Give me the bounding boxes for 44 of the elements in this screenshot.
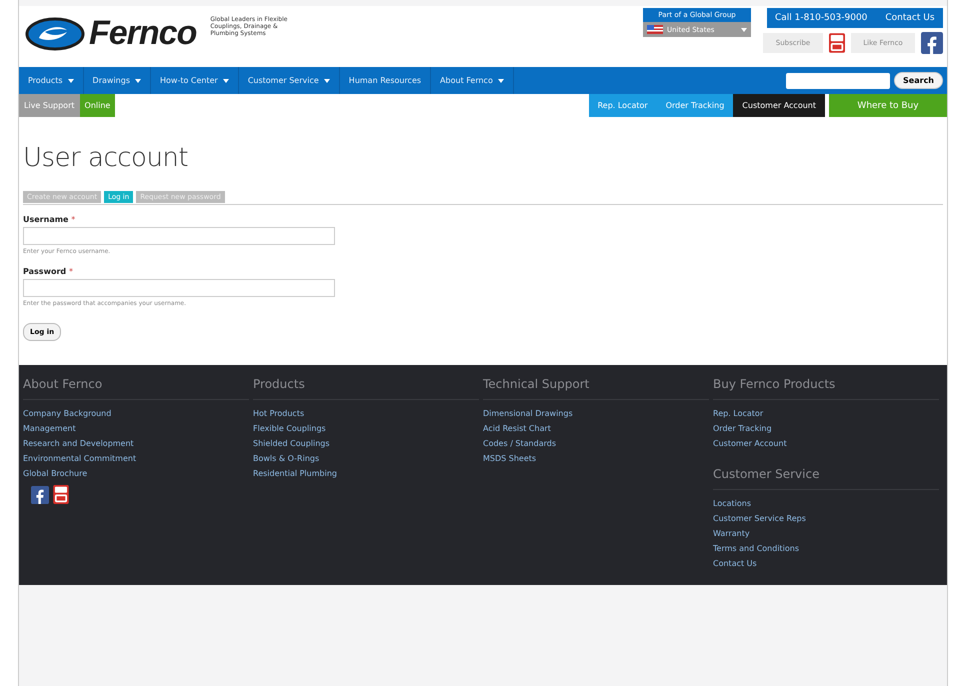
footer-link[interactable]: Contact Us: [713, 556, 939, 571]
field-label: Password *: [23, 267, 74, 276]
footer-link[interactable]: Bowls & O-Rings: [253, 451, 479, 466]
footer-link[interactable]: Hot Products: [253, 406, 479, 421]
live-support-label: Live Support: [19, 94, 80, 117]
footer-link[interactable]: Acid Resist Chart: [483, 421, 709, 436]
footer-link[interactable]: Residential Plumbing: [253, 466, 479, 481]
footer-link[interactable]: Management: [23, 421, 249, 436]
footer-link[interactable]: Environmental Commitment: [23, 451, 249, 466]
footer-link[interactable]: Dimensional Drawings: [483, 406, 709, 421]
footer-heading: Customer Service: [713, 467, 939, 490]
footer-link[interactable]: Research and Development: [23, 436, 249, 451]
search-button[interactable]: Search: [894, 72, 943, 89]
facebook-icon[interactable]: [921, 32, 943, 54]
field-label: Username *: [23, 215, 76, 224]
footer-link[interactable]: Warranty: [713, 526, 939, 541]
footer-link[interactable]: Company Background: [23, 406, 249, 421]
footer-heading: Technical Support: [483, 377, 709, 400]
flag-icon: [647, 25, 663, 34]
footer-heading: Buy Fernco Products: [713, 377, 939, 400]
footer-heading: About Fernco: [23, 377, 249, 400]
search-field[interactable]: [786, 72, 890, 88]
footer-link[interactable]: Customer Service Reps: [713, 511, 939, 526]
caret-icon: [741, 28, 747, 32]
footer-link[interactable]: Codes / Standards: [483, 436, 709, 451]
contact-link[interactable]: Contact Us: [885, 13, 935, 23]
footer-link[interactable]: MSDS Sheets: [483, 451, 709, 466]
input-field[interactable]: [23, 227, 335, 245]
footer-heading: Products: [253, 377, 479, 400]
facebook-icon[interactable]: [31, 486, 49, 504]
footer-link[interactable]: Global Brochure: [23, 466, 249, 481]
input-field[interactable]: [23, 279, 335, 297]
page-title: User account: [23, 143, 190, 173]
footer-link[interactable]: Order Tracking: [713, 421, 939, 436]
footer-link[interactable]: Rep. Locator: [713, 406, 939, 421]
footer-link[interactable]: Flexible Couplings: [253, 421, 479, 436]
support-status: Online: [80, 94, 116, 117]
footer-link[interactable]: Shielded Couplings: [253, 436, 479, 451]
phone-number: Call 1-810-503-9000: [775, 13, 868, 23]
logo-wordmark: Fernco: [89, 14, 196, 53]
footer-link[interactable]: Customer Account: [713, 436, 939, 451]
footer-link[interactable]: Locations: [713, 496, 939, 511]
logo-swoosh-icon: [25, 16, 85, 52]
footer-link[interactable]: Terms and Conditions: [713, 541, 939, 556]
